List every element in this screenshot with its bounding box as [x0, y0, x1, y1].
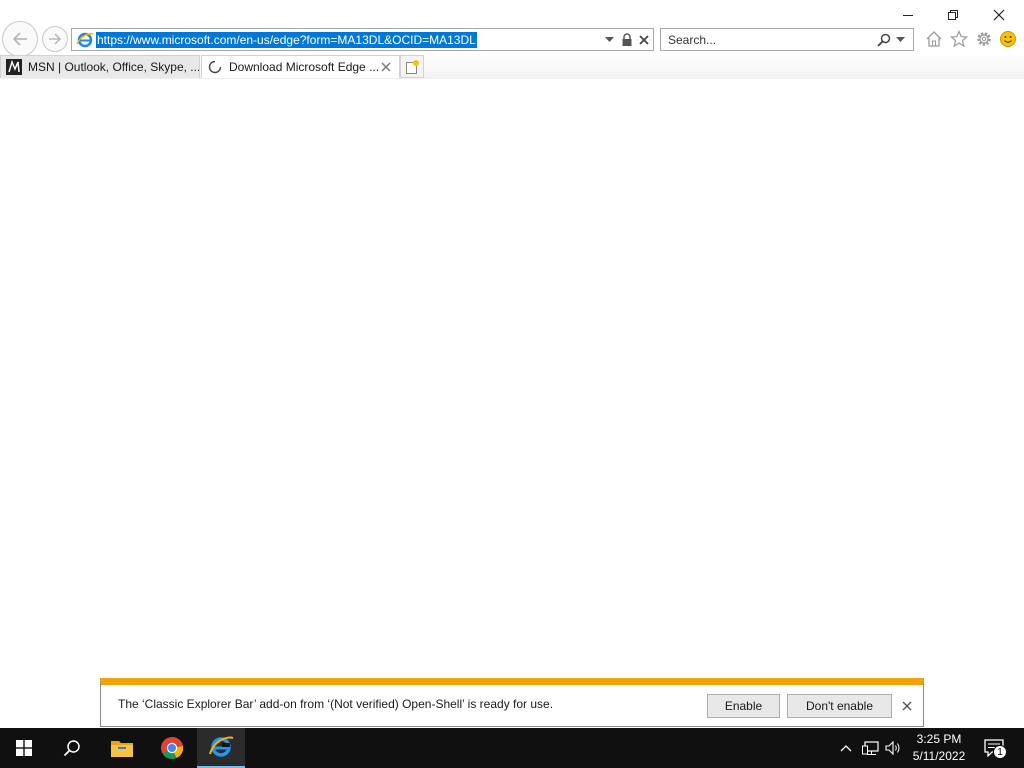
close-icon — [902, 701, 912, 711]
minimize-button[interactable] — [885, 0, 931, 29]
chrome-button[interactable] — [148, 728, 196, 768]
file-explorer-button[interactable] — [98, 728, 146, 768]
home-button[interactable] — [923, 28, 945, 50]
network-button[interactable] — [861, 738, 881, 758]
clock-date: 5/11/2022 — [912, 749, 966, 763]
notification-bar: The ‘Classic Explorer Bar’ add-on from ‘… — [100, 678, 924, 727]
chevron-down-icon — [605, 36, 614, 42]
search-input[interactable]: Search... — [668, 32, 716, 48]
smiley-icon — [1000, 31, 1016, 47]
tab-close-button[interactable] — [378, 59, 394, 75]
loading-spinner-icon — [207, 59, 223, 75]
lock-icon — [622, 32, 631, 46]
restore-icon — [948, 9, 958, 20]
chevron-down-icon — [895, 36, 905, 42]
volume-icon — [885, 740, 900, 756]
tab-label: MSN | Outlook, Office, Skype, ... — [28, 60, 199, 74]
back-arrow-icon — [12, 32, 27, 46]
close-icon — [638, 34, 649, 45]
address-url[interactable]: https://www.microsoft.com/en-us/edge?for… — [96, 32, 477, 48]
close-window-button[interactable] — [976, 0, 1022, 29]
internet-explorer-button[interactable] — [197, 728, 245, 768]
chrome-icon — [161, 736, 184, 759]
favorites-button[interactable] — [948, 28, 970, 50]
stop-loading-button[interactable] — [635, 31, 652, 48]
security-lock-button[interactable] — [618, 31, 635, 48]
tools-button[interactable] — [973, 28, 995, 50]
volume-button[interactable] — [884, 738, 904, 758]
internet-explorer-icon — [209, 736, 234, 757]
feedback-button[interactable] — [997, 28, 1019, 50]
new-tab-button[interactable] — [400, 55, 424, 78]
tab-strip: MSN | Outlook, Office, Skype, ... Downlo… — [0, 55, 1024, 79]
new-tab-icon — [406, 59, 419, 74]
start-button[interactable] — [0, 728, 48, 768]
search-box[interactable]: Search... — [660, 28, 914, 51]
search-icon — [63, 740, 80, 757]
gear-icon — [977, 32, 991, 46]
chevron-up-icon — [840, 745, 852, 752]
star-icon — [950, 30, 968, 48]
forward-arrow-icon — [49, 33, 61, 45]
folder-icon — [111, 741, 133, 757]
search-button[interactable] — [875, 31, 892, 48]
action-center-button[interactable]: 1 — [980, 736, 1008, 760]
network-icon — [862, 741, 879, 755]
clock-time: 3:25 PM — [916, 732, 962, 746]
back-button[interactable] — [2, 21, 38, 57]
home-icon — [926, 31, 942, 47]
notification-close-button[interactable] — [899, 698, 915, 714]
msn-favicon-icon — [6, 59, 22, 75]
taskbar: 3:25 PM 5/11/2022 1 — [0, 728, 1024, 768]
browser-window: https://www.microsoft.com/en-us/edge?for… — [0, 0, 1024, 727]
forward-button[interactable] — [42, 26, 68, 52]
windows-logo-icon — [16, 740, 32, 756]
address-bar[interactable]: https://www.microsoft.com/en-us/edge?for… — [71, 28, 654, 51]
notification-count-badge: 1 — [993, 745, 1007, 759]
tab-label: Download Microsoft Edge ... — [229, 60, 379, 74]
close-icon — [993, 9, 1005, 20]
notification-message: The ‘Classic Explorer Bar’ add-on from ‘… — [118, 697, 554, 711]
ie-page-icon — [76, 31, 94, 49]
minimize-icon — [903, 14, 913, 16]
close-icon — [381, 62, 391, 72]
restore-button[interactable] — [930, 0, 976, 29]
search-provider-dropdown[interactable] — [893, 31, 907, 48]
search-icon — [876, 33, 890, 47]
system-clock[interactable]: 3:25 PM 5/11/2022 — [906, 731, 972, 765]
enable-button[interactable]: Enable — [707, 694, 780, 718]
show-hidden-icons-button[interactable] — [836, 738, 856, 758]
tab-msn[interactable]: MSN | Outlook, Office, Skype, ... — [0, 55, 200, 78]
address-dropdown-button[interactable] — [601, 31, 618, 48]
dont-enable-button[interactable]: Don't enable — [787, 694, 892, 718]
taskbar-search-button[interactable] — [48, 728, 96, 768]
tab-download-edge[interactable]: Download Microsoft Edge ... — [201, 55, 400, 78]
